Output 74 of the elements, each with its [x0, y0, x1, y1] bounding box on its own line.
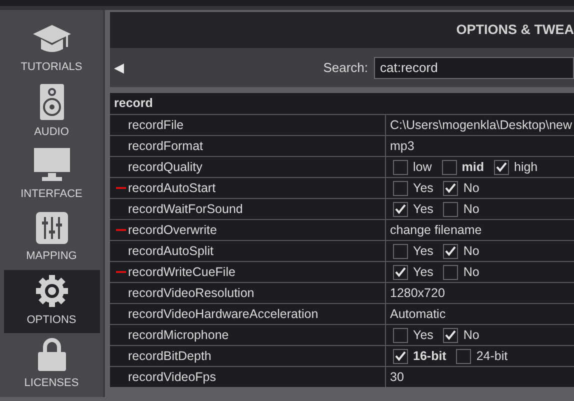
- gear-icon: [34, 274, 68, 308]
- option-name: recordVideoFps: [128, 368, 216, 386]
- monitor-icon: [34, 148, 70, 182]
- option-name: recordOverwrite: [128, 222, 217, 239]
- checkbox[interactable]: [494, 160, 509, 174]
- checkbox[interactable]: [393, 244, 408, 258]
- option-name: recordWaitForSound: [128, 200, 243, 218]
- sidebar-label: LICENSES: [24, 376, 79, 392]
- checkbox[interactable]: [443, 264, 458, 280]
- modified-mark: [116, 229, 126, 231]
- option-name: recordFormat: [128, 138, 204, 155]
- option-name: recordQuality: [128, 158, 202, 176]
- sidebar-item[interactable]: AUDIO: [4, 81, 100, 144]
- option-value[interactable]: C:\Users\mogenkla\Desktop\new: [390, 116, 572, 134]
- option-label: Yes: [413, 180, 434, 197]
- back-button[interactable]: ◀: [110, 58, 128, 78]
- checkbox[interactable]: [393, 160, 408, 174]
- option-label: Yes: [413, 242, 434, 260]
- option-value[interactable]: mp3: [390, 136, 414, 156]
- option-name: recordAutoStart: [128, 180, 216, 197]
- checkbox[interactable]: [442, 160, 457, 174]
- option-label: high: [514, 158, 538, 176]
- sidebar-label: TUTORIALS: [20, 60, 82, 76]
- speaker-icon: [40, 84, 64, 120]
- sidebar-label: OPTIONS: [26, 313, 76, 328]
- sidebar-label: MAPPING: [26, 249, 77, 264]
- option-label: No: [463, 242, 480, 260]
- checkbox[interactable]: [393, 180, 408, 196]
- option-value[interactable]: change filename: [390, 220, 482, 240]
- sliders-icon: [36, 212, 68, 244]
- option-label: 16-bit: [413, 348, 446, 365]
- sidebar-label: INTERFACE: [20, 187, 82, 202]
- option-value[interactable]: 1280x720: [390, 284, 445, 302]
- option-label: mid: [462, 158, 484, 176]
- option-name: recordFile: [128, 116, 184, 134]
- checkbox[interactable]: [443, 244, 458, 258]
- option-label: No: [463, 326, 480, 344]
- option-name: recordWriteCueFile: [128, 264, 236, 281]
- option-name: recordMicrophone: [128, 326, 229, 344]
- option-label: No: [463, 264, 480, 281]
- modified-mark: [116, 187, 126, 189]
- option-name: recordAutoSplit: [128, 242, 214, 260]
- sidebar-item[interactable]: TUTORIALS: [4, 18, 100, 81]
- group-header: record: [113, 95, 153, 112]
- option-name: recordVideoHardwareAcceleration: [128, 306, 318, 323]
- sidebar-item[interactable]: LICENSES: [4, 333, 100, 396]
- option-label: No: [463, 200, 480, 218]
- checkbox[interactable]: [393, 328, 408, 342]
- panel-title: OPTIONS & TWEA: [110, 12, 574, 48]
- search-field[interactable]: cat:record: [374, 56, 574, 78]
- checkbox[interactable]: [393, 202, 408, 216]
- checkbox[interactable]: [443, 328, 458, 342]
- padlock-icon: [38, 337, 66, 372]
- option-name: recordVideoResolution: [128, 284, 254, 302]
- option-name: recordBitDepth: [128, 348, 212, 365]
- checkbox[interactable]: [456, 348, 472, 364]
- option-label: No: [463, 180, 480, 197]
- option-label: low: [413, 158, 432, 176]
- option-label: Yes: [413, 326, 434, 344]
- checkbox[interactable]: [443, 180, 458, 196]
- option-label: Yes: [413, 200, 434, 218]
- checkbox[interactable]: [443, 202, 458, 216]
- search-label: Search:: [323, 58, 368, 77]
- option-label: Yes: [413, 264, 434, 281]
- option-value[interactable]: Automatic: [390, 304, 446, 324]
- checkbox[interactable]: [393, 348, 408, 364]
- sidebar-item[interactable]: MAPPING: [4, 207, 100, 270]
- option-label: 24-bit: [476, 348, 508, 365]
- option-value[interactable]: 30: [390, 368, 404, 386]
- sidebar-label: AUDIO: [34, 125, 69, 140]
- modified-mark: [116, 271, 126, 273]
- sidebar-item[interactable]: INTERFACE: [4, 144, 100, 207]
- sidebar-item[interactable]: OPTIONS: [4, 270, 100, 333]
- checkbox[interactable]: [393, 264, 408, 280]
